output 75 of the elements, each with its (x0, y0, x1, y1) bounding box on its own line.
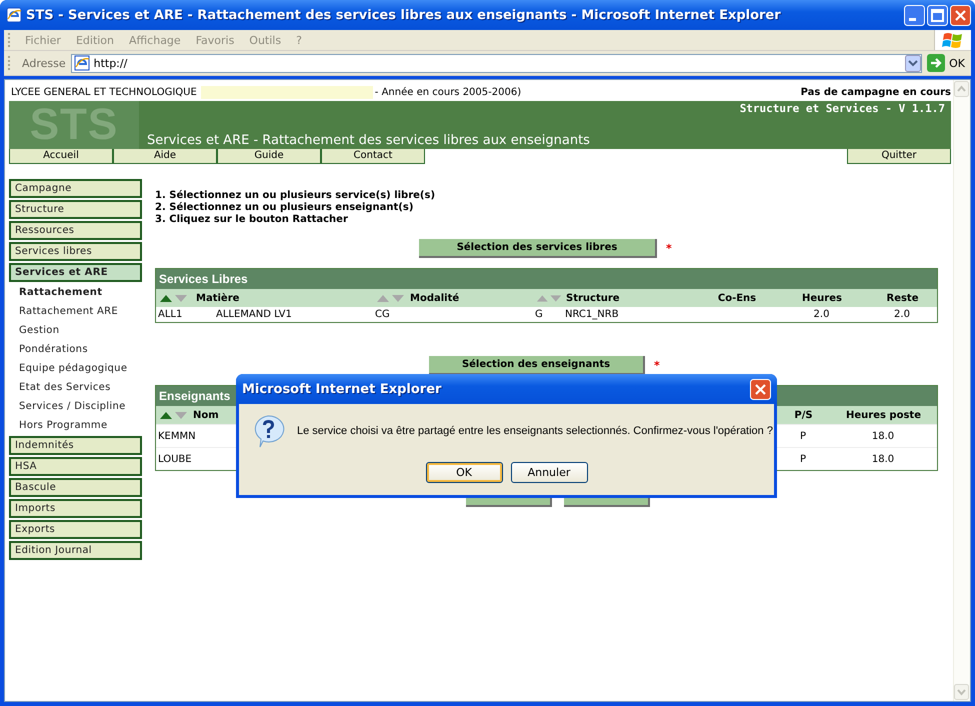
dialog-button[interactable]: OK (426, 462, 502, 483)
menu-section[interactable]: Edition Journal (9, 541, 142, 560)
address-field[interactable]: http:// (70, 54, 922, 72)
page-icon (74, 55, 90, 71)
column-header[interactable]: Modalité (410, 292, 460, 304)
nav-tab[interactable]: Aide (113, 149, 217, 164)
column-header[interactable]: Heures (802, 292, 842, 304)
column-header[interactable]: Matière (196, 292, 240, 304)
menu-link[interactable]: Rattachement ARE (9, 303, 142, 320)
school-name: LYCEE GENERAL ET TECHNOLOGIQUE (10, 87, 197, 98)
table-cell: ALLEMAND LV1 (216, 309, 292, 320)
table-cell: 2.0 (814, 309, 830, 320)
nav-tab[interactable]: Quitter (847, 149, 951, 164)
table-cell: P (800, 454, 806, 464)
menu-section[interactable]: Indemnités (9, 436, 142, 455)
menu-section[interactable]: Services et ARE (9, 263, 142, 282)
menu-section[interactable]: HSA (9, 457, 142, 476)
menu-section[interactable]: Exports (9, 520, 142, 539)
nav-tab[interactable]: Guide (217, 149, 321, 164)
page-title: Services et ARE - Rattachement des services libres aux enseignants (147, 133, 591, 148)
maximize-button[interactable] (927, 4, 948, 26)
menu-section[interactable]: Bascule (9, 478, 142, 497)
menu-link[interactable]: Hors Programme (9, 417, 142, 434)
column-header[interactable]: Nom (193, 410, 219, 420)
dialog-message: Le service choisi va être partagé entre les enseignants selectionnés. Confirmez-vous l'opération ? (297, 425, 773, 437)
column-header[interactable]: Heures poste (846, 410, 921, 420)
table-cell: ALL1 (158, 309, 182, 320)
dialog-button[interactable]: Annuler (510, 462, 588, 483)
select-button[interactable]: Sélection des services libres (419, 239, 657, 258)
close-button[interactable] (950, 4, 971, 26)
menu-section[interactable]: Services libres (9, 242, 142, 261)
go-button[interactable]: OK (925, 54, 971, 72)
table-cell: NRC1_NRB (565, 309, 619, 320)
menu-link[interactable]: Rattachement (9, 284, 142, 301)
school-year: - Année en cours 2005-2006) (374, 87, 522, 98)
table-cell: P (800, 430, 806, 442)
nav-tab[interactable]: Contact (321, 149, 425, 164)
window-title: STS - Services et ARE - Rattachement des services libres aux enseignants - Microsoft Internet Explorer (26, 8, 782, 22)
flag-logo-icon (942, 30, 964, 50)
instruction-text: 2. Sélectionnez un ou plusieurs enseignant(s) (155, 202, 414, 214)
column-header[interactable]: Structure (566, 292, 620, 304)
menu-link[interactable]: Pondérations (9, 341, 142, 358)
instruction-text: 3. Cliquez sur le bouton Rattacher (155, 214, 349, 226)
table-cell: 18.0 (872, 430, 894, 442)
required-mark: * (666, 242, 672, 255)
column-header[interactable]: P/S (794, 410, 813, 420)
nav-tab[interactable]: Accueil (9, 149, 113, 164)
campaign-status: Pas de campagne en cours (800, 87, 951, 98)
instruction-text: 1. Sélectionnez un ou plusieurs service(s) libre(s) (155, 190, 436, 202)
column-header[interactable]: Reste (886, 292, 918, 304)
browser-icon (6, 7, 22, 23)
sort-arrows-icon[interactable] (159, 294, 189, 302)
select-button[interactable]: Sélection des enseignants (429, 356, 645, 375)
table-title: Services Libres (156, 269, 937, 289)
table-cell: 2.0 (894, 309, 910, 320)
address-label: Adresse (22, 56, 66, 70)
menu-section[interactable]: Imports (9, 499, 142, 518)
menu-link[interactable]: Equipe pédagogique (9, 360, 142, 377)
table-cell: KEMMN (158, 430, 196, 442)
sort-arrows-icon[interactable] (159, 410, 189, 420)
menu-section[interactable]: Structure (9, 200, 142, 219)
menu-link[interactable]: Etat des Services (9, 379, 142, 396)
app-version: Structure et Services - V 1.1.7 (740, 102, 945, 115)
minimize-button[interactable] (904, 4, 925, 26)
table-cell: CG (375, 309, 390, 320)
table-cell: LOUBE (158, 454, 192, 464)
required-mark: * (654, 359, 660, 372)
menu-section[interactable]: Ressources (9, 221, 142, 240)
column-header[interactable]: Co-Ens (718, 292, 756, 304)
menu-link[interactable]: Gestion (9, 322, 142, 339)
table-cell: 18.0 (872, 454, 894, 464)
menu-section[interactable]: Campagne (9, 179, 142, 198)
menu-link[interactable]: Services / Discipline (9, 398, 142, 415)
table-cell: G (535, 309, 543, 320)
close-button[interactable] (750, 378, 771, 400)
